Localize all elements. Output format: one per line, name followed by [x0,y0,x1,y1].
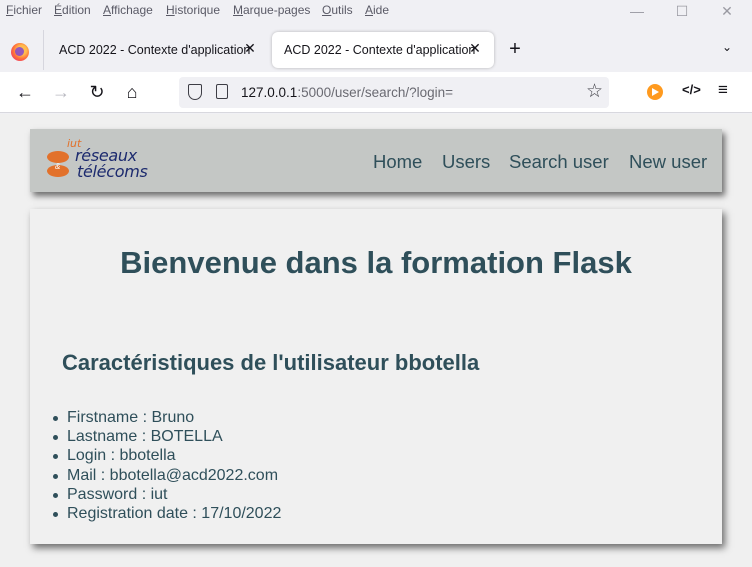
logo-ampersand: & [55,162,61,171]
logo-line2: télécoms [77,162,148,181]
menu-accel: M [233,3,243,17]
dev-tools-icon[interactable]: </> [682,82,701,97]
menu-marque-pages[interactable]: Marque-pages [233,3,310,17]
menu-historique[interactable]: Historique [166,3,220,17]
forward-button[interactable]: → [50,81,72,103]
tab-inactive[interactable]: ACD 2022 - Contexte d'application ✕ [47,32,269,68]
user-heading: Caractéristiques de l'utilisateur bbotel… [62,350,480,375]
firefox-icon[interactable] [11,43,29,61]
detail-lastname: Lastname : BOTELLA [52,427,281,446]
shield-icon[interactable] [188,84,202,100]
menu-fichier[interactable]: Fichier [6,3,42,17]
nav-new-user[interactable]: New user [629,151,707,173]
tab-divider [43,30,44,70]
url-text[interactable]: 127.0.0.1:5000/user/search/?login= [241,85,453,100]
menu-accel: É [54,3,63,17]
menu-label: ichier [13,3,43,17]
site-logo[interactable]: & iut réseaux télécoms [45,137,195,183]
page-viewport: & iut réseaux télécoms Home Users Search… [0,114,752,567]
url-path: :5000/user/search/?login= [297,85,454,100]
menu-outils[interactable]: Outils [322,3,353,17]
menu-label: istorique [174,3,221,17]
menu-label: arque-pages [243,3,311,17]
detail-login: Login : bbotella [52,446,281,465]
user-details-list: Firstname : Bruno Lastname : BOTELLA Log… [52,408,282,523]
extension-play-icon[interactable] [647,84,663,100]
tab-title: ACD 2022 - Contexte d'application [59,43,251,57]
nav-users[interactable]: Users [442,151,490,173]
window-close-button[interactable]: ✕ [717,3,737,20]
page-icon[interactable] [216,84,228,99]
page-title: Bienvenue dans la formation Flask [120,245,632,280]
detail-firstname: Firstname : Bruno [52,408,281,427]
detail-registration-date: Registration date : 17/10/2022 [52,505,282,523]
detail-mail: Mail : bbotella@acd2022.com [52,466,281,485]
nav-home[interactable]: Home [373,151,422,173]
content-card: Bienvenue dans la formation Flask Caract… [30,209,722,544]
menu-affichage[interactable]: Affichage [103,3,153,17]
home-button[interactable]: ⌂ [121,81,143,103]
menu-accel: H [166,3,175,17]
menu-icon[interactable]: ≡ [718,80,728,100]
tab-strip: ACD 2022 - Contexte d'application ✕ ACD … [0,26,752,72]
detail-password: Password : iut [52,485,281,504]
menu-accel: A [365,3,374,17]
menu-label: dition [62,3,91,17]
tab-active[interactable]: ACD 2022 - Contexte d'application ✕ [272,32,494,68]
minimize-button[interactable]: — [627,3,647,19]
menu-label: utils [331,3,353,17]
maximize-button[interactable]: ☐ [672,3,692,20]
tab-title: ACD 2022 - Contexte d'application [284,43,476,57]
site-navbar: & iut réseaux télécoms Home Users Search… [30,129,722,192]
menu-accel: A [103,3,112,17]
chevron-down-icon[interactable]: ⌄ [722,40,732,54]
menu-edition[interactable]: Édition [54,3,91,17]
navigation-toolbar: ← → ↻ ⌂ 127.0.0.1:5000/user/search/?logi… [0,72,752,113]
reload-button[interactable]: ↻ [86,81,108,103]
close-icon[interactable]: ✕ [241,40,259,57]
new-tab-button[interactable]: + [505,38,525,61]
back-button[interactable]: ← [14,81,36,103]
close-icon[interactable]: ✕ [466,40,484,57]
menu-accel: O [322,3,332,17]
address-bar[interactable]: 127.0.0.1:5000/user/search/?login= ☆ [179,77,609,108]
url-host: 127.0.0.1 [241,85,298,100]
menu-label: ffichage [111,3,153,17]
menu-label: ide [373,3,390,17]
bookmark-star-icon[interactable]: ☆ [586,80,603,103]
menu-bar: Fichier Édition Affichage Historique Mar… [0,0,752,24]
menu-aide[interactable]: Aide [365,3,389,17]
nav-search-user[interactable]: Search user [509,151,609,173]
